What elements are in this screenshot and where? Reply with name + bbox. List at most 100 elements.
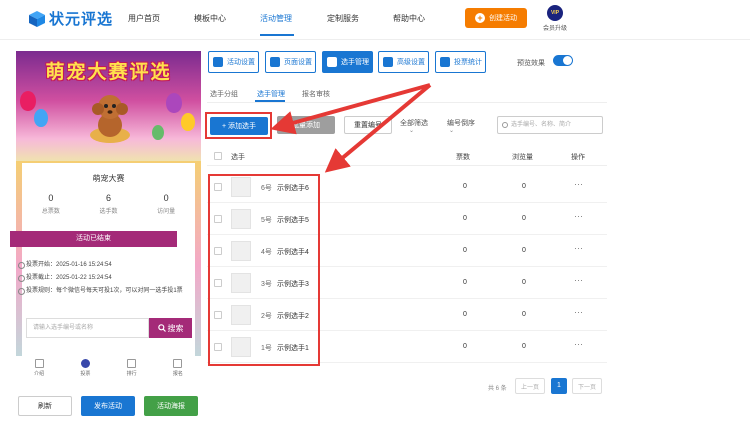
nav-help-center[interactable]: 帮助中心 bbox=[393, 13, 425, 24]
page-1-button[interactable]: 1 bbox=[551, 378, 567, 394]
stat-contestants: 6 选手数 bbox=[80, 193, 138, 223]
highlight-box-contestants bbox=[208, 174, 320, 366]
contestant-search-input[interactable]: 选手编号、名称、简介 bbox=[497, 116, 603, 134]
logo[interactable]: 状元评选 bbox=[28, 8, 113, 29]
balloon-decoration bbox=[34, 109, 48, 127]
tab-advanced-settings[interactable]: 高级设置 bbox=[378, 51, 429, 73]
balloon-decoration bbox=[152, 125, 164, 140]
search-placeholder: 选手编号、名称、简介 bbox=[511, 122, 572, 128]
clock-icon bbox=[18, 262, 25, 269]
activity-ended-status: 活动已结束 bbox=[10, 231, 177, 247]
sliders-icon bbox=[383, 57, 393, 67]
vote-count: 0 bbox=[463, 183, 467, 190]
info-icon bbox=[18, 288, 25, 295]
more-actions-icon[interactable]: ··· bbox=[574, 307, 583, 317]
tab-activity-settings[interactable]: 活动设置 bbox=[208, 51, 259, 73]
subtab-contestant-management[interactable]: 选手管理 bbox=[257, 89, 285, 99]
view-count: 0 bbox=[522, 215, 526, 222]
cube-logo-icon bbox=[29, 10, 45, 27]
clock-icon bbox=[18, 275, 25, 282]
plus-circle-icon: + bbox=[475, 13, 485, 23]
balloon-decoration bbox=[166, 93, 182, 113]
tab-label: 介绍 bbox=[34, 371, 45, 377]
activity-stats: 0 总票数 6 选手数 0 访问量 bbox=[22, 193, 195, 223]
user-icon bbox=[80, 359, 90, 368]
more-actions-icon[interactable]: ··· bbox=[574, 179, 583, 189]
more-actions-icon[interactable]: ··· bbox=[574, 339, 583, 349]
vote-rule: 投票规则：每个微信号每天可投1次，可以对同一选手投1票 bbox=[26, 288, 183, 294]
banner-title: 萌宠大赛评选 bbox=[45, 62, 172, 83]
pagination-total: 共 6 条 bbox=[488, 386, 507, 392]
subtab-active-underline bbox=[255, 100, 285, 102]
tab-label: 选手管理 bbox=[341, 59, 369, 66]
search-icon bbox=[502, 122, 508, 128]
top-header: 状元评选 用户首页 模板中心 活动管理 定制服务 帮助中心 + 创建活动 VIP… bbox=[0, 0, 750, 40]
document-icon bbox=[34, 359, 44, 368]
nav-activity-management[interactable]: 活动管理 bbox=[260, 13, 292, 24]
stat-value: 6 bbox=[106, 193, 112, 203]
tab-intro[interactable]: 介绍 bbox=[16, 356, 62, 384]
tab-page-settings[interactable]: 页面设置 bbox=[265, 51, 316, 73]
vote-count: 0 bbox=[463, 279, 467, 286]
tab-label: 投票 bbox=[80, 371, 91, 377]
tab-label: 投票统计 bbox=[454, 59, 482, 66]
activity-poster-button[interactable]: 活动海报 bbox=[144, 396, 198, 416]
vip-upgrade[interactable]: VIP 会员升级 bbox=[542, 5, 568, 32]
subtab-divider bbox=[207, 102, 607, 103]
more-actions-icon[interactable]: ··· bbox=[574, 211, 583, 221]
next-page-button[interactable]: 下一页 bbox=[572, 378, 602, 394]
tab-label: 活动设置 bbox=[227, 59, 255, 66]
view-count: 0 bbox=[522, 247, 526, 254]
preview-toggle-switch[interactable] bbox=[553, 55, 573, 66]
nav-template-center[interactable]: 模板中心 bbox=[194, 13, 226, 24]
nav-active-underline bbox=[260, 34, 294, 36]
highlight-box-add bbox=[205, 112, 272, 139]
select-all-checkbox[interactable] bbox=[214, 152, 222, 160]
batch-add-button[interactable]: 批量添加 bbox=[277, 116, 335, 134]
reset-number-button[interactable]: 重置编号 bbox=[344, 116, 392, 134]
publish-activity-button[interactable]: 发布活动 bbox=[81, 396, 135, 416]
refresh-button[interactable]: 刷新 bbox=[18, 396, 72, 416]
subtab-signup-review[interactable]: 报名审核 bbox=[302, 89, 330, 99]
preview-search-label: 搜索 bbox=[167, 323, 184, 333]
poodle-dog-illustration bbox=[90, 95, 130, 143]
chevron-down-icon: ⌄ bbox=[409, 128, 415, 134]
column-header: 票数 bbox=[456, 154, 470, 161]
bar-chart-icon bbox=[440, 57, 450, 67]
stat-label: 访问量 bbox=[157, 209, 176, 215]
settings-icon bbox=[270, 57, 280, 67]
tab-ranking[interactable]: 排行 bbox=[109, 356, 155, 384]
column-header: 选手 bbox=[231, 154, 245, 161]
preview-search-button[interactable]: 搜索 bbox=[149, 318, 192, 338]
balloon-decoration bbox=[20, 91, 36, 111]
balloon-decoration bbox=[181, 113, 195, 131]
column-header: 操作 bbox=[571, 154, 585, 161]
vote-count: 0 bbox=[463, 343, 467, 350]
tab-label: 排行 bbox=[126, 371, 137, 377]
tab-contestant-management[interactable]: 选手管理 bbox=[322, 51, 373, 73]
more-actions-icon[interactable]: ··· bbox=[574, 275, 583, 285]
preview-search-input[interactable]: 请输入选手编号或名称 bbox=[26, 318, 149, 338]
tab-vote[interactable]: 投票 bbox=[62, 356, 108, 384]
nav-custom-service[interactable]: 定制服务 bbox=[327, 13, 359, 24]
vip-badge-icon: VIP bbox=[547, 5, 563, 21]
chevron-down-icon: ⌄ bbox=[449, 128, 455, 134]
stat-total-votes: 0 总票数 bbox=[22, 193, 80, 223]
subtab-contestant-groups[interactable]: 选手分组 bbox=[210, 89, 238, 99]
tab-vote-statistics[interactable]: 投票统计 bbox=[435, 51, 486, 73]
vip-upgrade-label: 会员升级 bbox=[542, 26, 567, 32]
gear-icon bbox=[213, 57, 223, 67]
tab-label: 页面设置 bbox=[284, 59, 312, 66]
more-actions-icon[interactable]: ··· bbox=[574, 243, 583, 253]
nav-user-home[interactable]: 用户首页 bbox=[128, 13, 160, 24]
create-activity-label: 创建活动 bbox=[489, 15, 517, 22]
stat-label: 总票数 bbox=[41, 209, 60, 215]
create-activity-button[interactable]: + 创建活动 bbox=[465, 8, 527, 28]
prev-page-button[interactable]: 上一页 bbox=[515, 378, 545, 394]
vote-count: 0 bbox=[463, 247, 467, 254]
users-icon bbox=[327, 57, 337, 67]
preview-toggle-label: 预览效果 bbox=[517, 60, 545, 67]
tab-signup[interactable]: 报名 bbox=[155, 356, 201, 384]
preview-tabbar: 介绍 投票 排行 报名 bbox=[16, 356, 201, 384]
vote-end-time: 投票截止：2025-01-22 15:24:54 bbox=[26, 275, 112, 281]
